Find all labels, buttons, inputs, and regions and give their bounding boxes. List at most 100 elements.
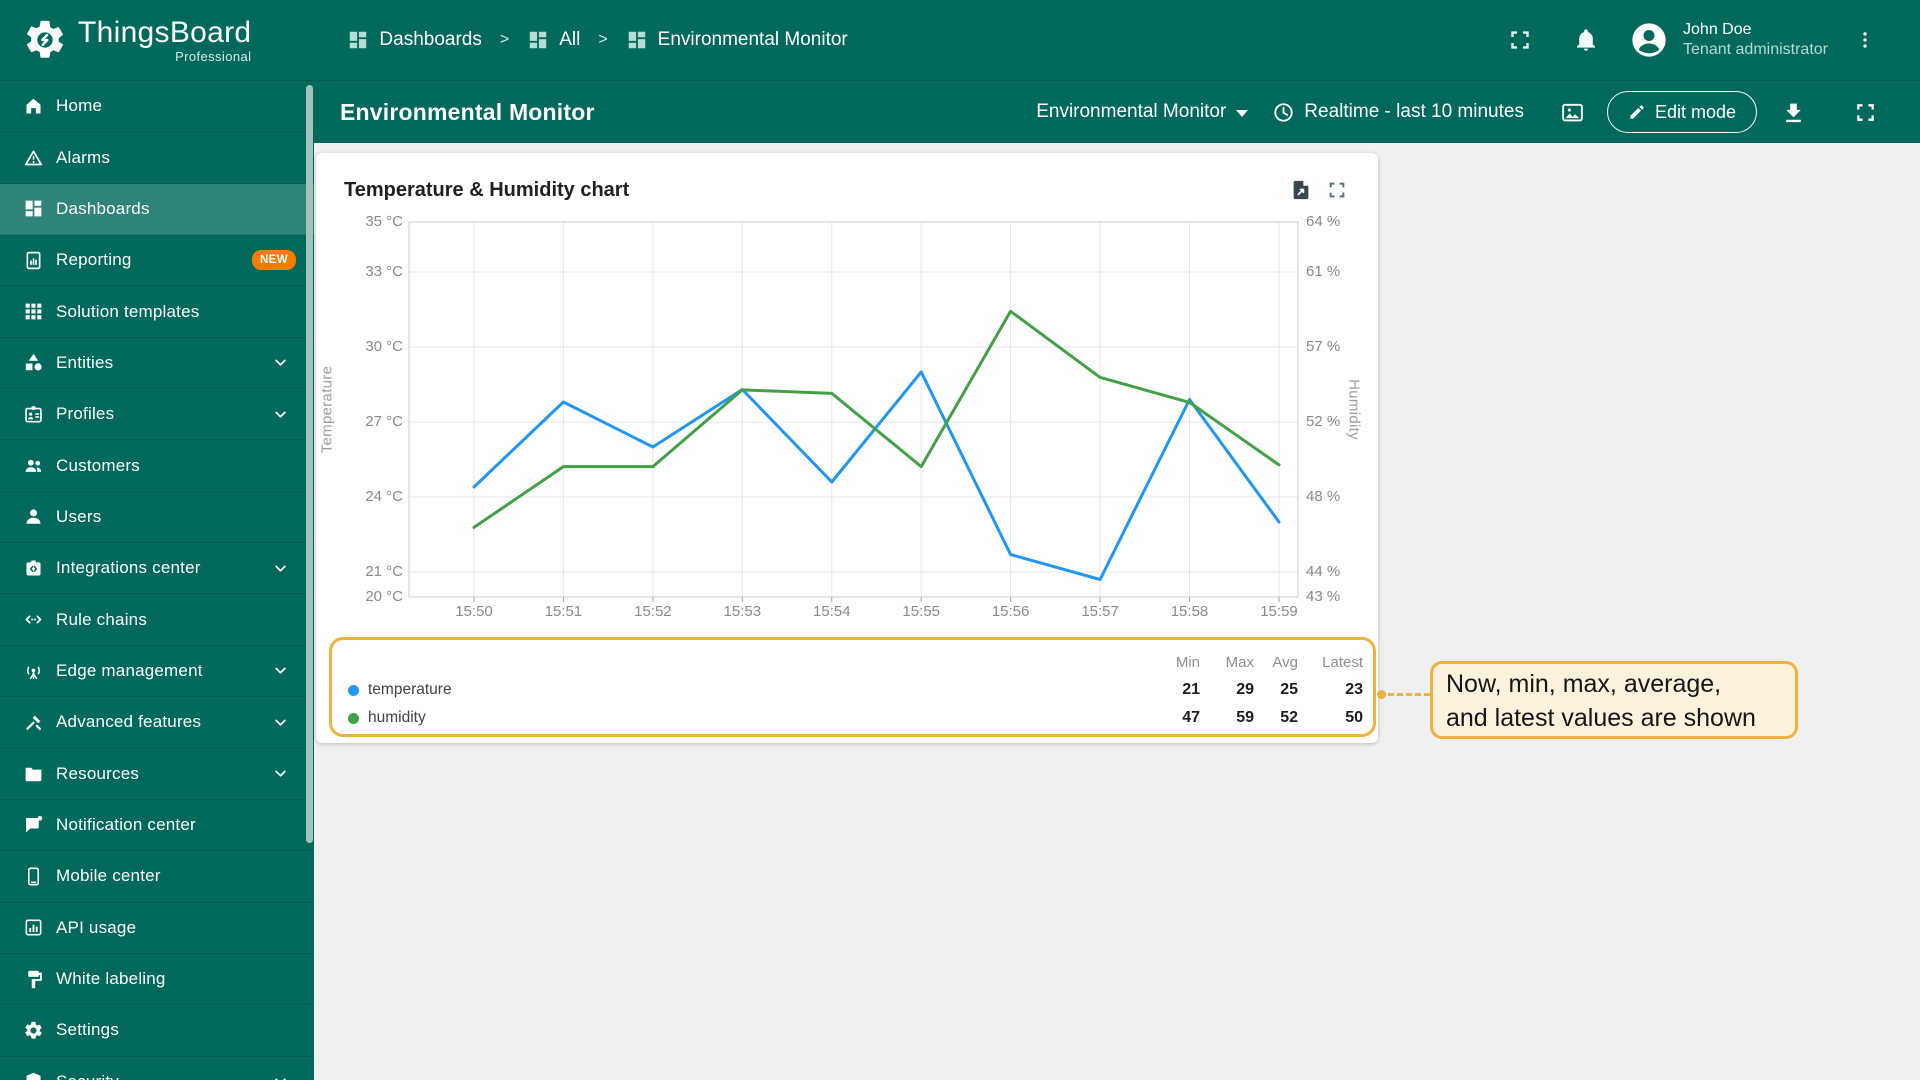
dashboard-icon bbox=[527, 29, 549, 51]
annotation-callout: Now, min, max, average, and latest values… bbox=[1430, 661, 1798, 739]
toolbar-fullscreen-icon[interactable] bbox=[1853, 100, 1878, 125]
series-line-temperature bbox=[472, 370, 1281, 581]
x-axis-tick-label: 15:59 bbox=[1260, 603, 1298, 620]
timewindow-button[interactable]: Realtime - last 10 minutes bbox=[1272, 101, 1524, 124]
legend-item-temperature[interactable]: temperature bbox=[348, 681, 1130, 699]
reporting-icon bbox=[23, 250, 44, 271]
annotation-connector-line bbox=[1388, 692, 1430, 696]
sidebar-item-resources[interactable]: Resources bbox=[0, 748, 314, 800]
sidebar-scrollbar[interactable] bbox=[306, 85, 313, 843]
breadcrumb-item-all[interactable]: All bbox=[527, 29, 580, 51]
legend-highlight-box: Min Max Avg Latest temperature 21 29 25 23 humidi… bbox=[329, 637, 1376, 737]
sidebar-item-rule-chains[interactable]: Rule chains bbox=[0, 594, 314, 646]
sidebar-item-label: Entities bbox=[56, 352, 114, 372]
dashboard-icon bbox=[626, 29, 648, 51]
avatar[interactable] bbox=[1629, 20, 1669, 60]
sidebar-item-notification-center[interactable]: Notification center bbox=[0, 800, 314, 852]
edit-mode-button[interactable]: Edit mode bbox=[1606, 91, 1757, 133]
kebab-menu-icon[interactable] bbox=[1854, 29, 1876, 51]
user-role: Tenant administrator bbox=[1683, 41, 1828, 58]
sidebar-item-white-labeling[interactable]: White labeling bbox=[0, 954, 314, 1006]
download-icon[interactable] bbox=[1781, 100, 1806, 125]
chevron-down-icon bbox=[271, 559, 290, 578]
fullscreen-icon[interactable] bbox=[1507, 27, 1533, 53]
x-axis-tick-label: 15:55 bbox=[902, 603, 940, 620]
chevron-down-icon bbox=[271, 405, 290, 424]
sidebar-item-security[interactable]: Security bbox=[0, 1057, 314, 1080]
x-axis-tick-label: 15:50 bbox=[455, 603, 493, 620]
legend-item-humidity[interactable]: humidity bbox=[348, 709, 1130, 727]
legend-value-temperature-avg: 25 bbox=[1280, 681, 1298, 698]
sidebar-item-api-usage[interactable]: API usage bbox=[0, 903, 314, 954]
sidebar-item-advanced-features[interactable]: Advanced features bbox=[0, 697, 314, 749]
sidebar-item-profiles[interactable]: Profiles bbox=[0, 389, 314, 441]
sidebar-item-label: Settings bbox=[56, 1020, 120, 1040]
y-axis-tick-label: 35 °C bbox=[365, 213, 403, 230]
y-axis-tick-label: 27 °C bbox=[365, 413, 403, 430]
sidebar-item-label: Mobile center bbox=[56, 866, 161, 886]
sidebar-item-home[interactable]: Home bbox=[0, 81, 314, 133]
sidebar-item-label: Integrations center bbox=[56, 558, 201, 578]
tools-icon bbox=[23, 712, 44, 733]
sidebar-item-label: Solution templates bbox=[56, 301, 200, 321]
dashboard-select[interactable]: Environmental Monitor bbox=[1036, 101, 1249, 123]
mobile-icon bbox=[23, 866, 44, 887]
sidebar-item-entities[interactable]: Entities bbox=[0, 338, 314, 390]
breadcrumb-label: Environmental Monitor bbox=[657, 29, 848, 50]
chevron-down-icon bbox=[271, 713, 290, 732]
integrations-icon bbox=[23, 558, 44, 579]
new-badge: NEW bbox=[251, 250, 296, 271]
sidebar-item-reporting[interactable]: Reporting NEW bbox=[0, 235, 314, 287]
sidebar-item-settings[interactable]: Settings bbox=[0, 1005, 314, 1057]
y-axis-tick-label: 33 °C bbox=[365, 263, 403, 280]
top-header: ThingsBoard Professional Dashboards > All >… bbox=[0, 0, 1920, 81]
legend-table: Min Max Avg Latest temperature 21 29 25 23 humidi… bbox=[348, 648, 1363, 732]
legend-value-humidity-min: 47 bbox=[1182, 709, 1200, 726]
legend-value-humidity-avg: 52 bbox=[1280, 709, 1298, 726]
edge-icon bbox=[23, 660, 44, 681]
legend-series-name: temperature bbox=[368, 681, 452, 698]
legend-value-temperature-max: 29 bbox=[1236, 681, 1254, 698]
users-icon bbox=[23, 506, 44, 527]
sidebar-item-edge-management[interactable]: Edge management bbox=[0, 646, 314, 698]
breadcrumb-item-dashboards[interactable]: Dashboards bbox=[347, 29, 482, 51]
sidebar-item-label: Reporting bbox=[56, 250, 132, 270]
sidebar-item-integrations-center[interactable]: Integrations center bbox=[0, 543, 314, 595]
line-chart bbox=[408, 221, 1299, 602]
dashboard-select-value: Environmental Monitor bbox=[1036, 101, 1227, 122]
sidebar-item-label: Home bbox=[56, 96, 103, 116]
breadcrumb-label: All bbox=[559, 29, 581, 50]
app-logo[interactable]: ThingsBoard Professional bbox=[22, 16, 251, 64]
series-dot-icon bbox=[348, 684, 359, 696]
x-axis-tick-label: 15:53 bbox=[723, 603, 762, 620]
annotation-text-line: and latest values are shown bbox=[1446, 704, 1756, 732]
breadcrumb-separator: > bbox=[598, 31, 608, 48]
sidebar-item-users[interactable]: Users bbox=[0, 492, 314, 544]
breadcrumb-item-environmental-monitor[interactable]: Environmental Monitor bbox=[626, 29, 848, 51]
x-axis-tick-label: 15:57 bbox=[1081, 603, 1119, 620]
y-axis-tick-label: 30 °C bbox=[365, 338, 403, 355]
sidebar-item-mobile-center[interactable]: Mobile center bbox=[0, 851, 314, 903]
timewindow-label: Realtime - last 10 minutes bbox=[1304, 101, 1524, 122]
sidebar-item-label: Edge management bbox=[56, 660, 203, 680]
sidebar-item-alarms[interactable]: Alarms bbox=[0, 132, 314, 184]
notification-icon bbox=[23, 814, 44, 835]
sidebar-item-label: Profiles bbox=[56, 404, 115, 424]
home-icon bbox=[23, 96, 44, 117]
legend-value-temperature-latest: 23 bbox=[1345, 681, 1363, 698]
sidebar-item-label: Users bbox=[56, 506, 102, 526]
legend-column-max: Max bbox=[1225, 653, 1254, 671]
x-axis-tick-label: 15:54 bbox=[813, 603, 851, 620]
notifications-bell-icon[interactable] bbox=[1573, 27, 1599, 53]
sidebar-item-label: Customers bbox=[56, 455, 140, 475]
customers-icon bbox=[23, 455, 44, 476]
sidebar-item-solution-templates[interactable]: Solution templates bbox=[0, 286, 314, 338]
sidebar-item-dashboards[interactable]: Dashboards bbox=[0, 183, 314, 236]
thingsboard-app: ThingsBoard Professional Dashboards > All >… bbox=[0, 0, 1920, 1080]
user-menu[interactable]: John Doe Tenant administrator bbox=[1683, 20, 1828, 60]
image-gallery-icon[interactable] bbox=[1560, 100, 1585, 125]
sidebar-item-customers[interactable]: Customers bbox=[0, 440, 314, 492]
api-icon bbox=[23, 917, 44, 938]
header-actions: John Doe Tenant administrator bbox=[1507, 20, 1920, 60]
chevron-down-icon bbox=[271, 353, 290, 372]
